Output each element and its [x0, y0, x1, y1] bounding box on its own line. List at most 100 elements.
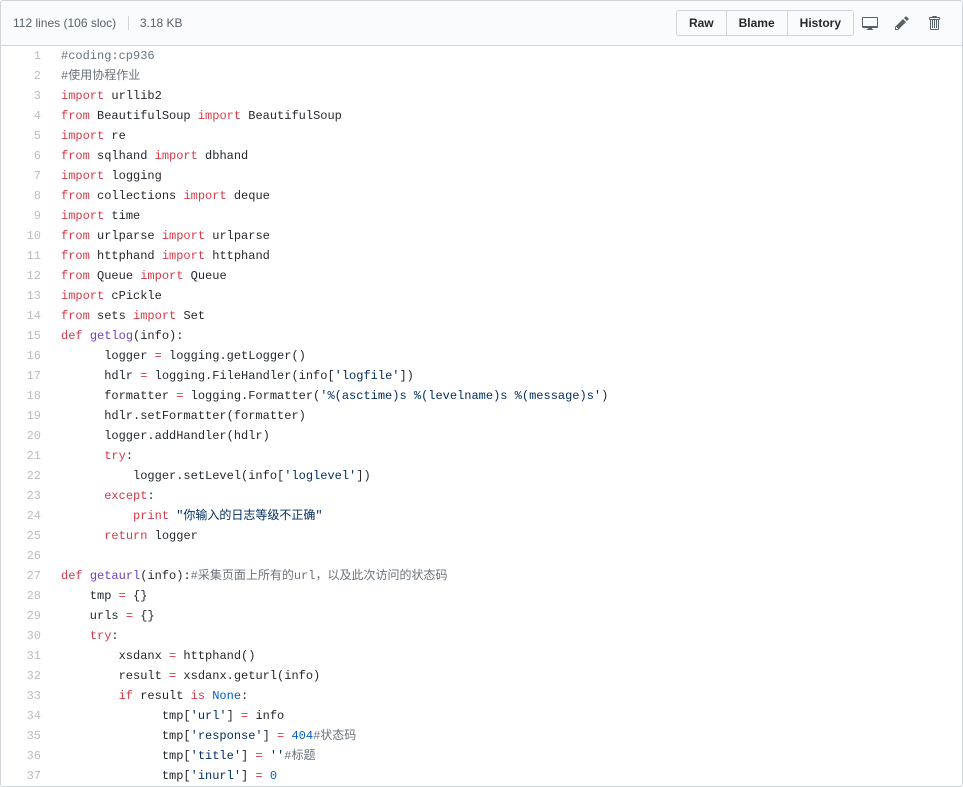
line-number[interactable]: 30 — [1, 626, 51, 646]
line-number[interactable]: 26 — [1, 546, 51, 566]
line-number[interactable]: 21 — [1, 446, 51, 466]
line-number[interactable]: 37 — [1, 766, 51, 786]
code-line: 2#使用协程作业 — [1, 66, 962, 86]
line-number[interactable]: 11 — [1, 246, 51, 266]
line-content: def getaurl(info):#采集页面上所有的url，以及此次访问的状态… — [51, 566, 962, 586]
line-number[interactable]: 15 — [1, 326, 51, 346]
line-content: from urlparse import urlparse — [51, 226, 962, 246]
line-content: from Queue import Queue — [51, 266, 962, 286]
code-line: 34 tmp['url'] = info — [1, 706, 962, 726]
code-line: 12from Queue import Queue — [1, 266, 962, 286]
code-line: 37 tmp['inurl'] = 0 — [1, 766, 962, 786]
line-number[interactable]: 9 — [1, 206, 51, 226]
line-number[interactable]: 12 — [1, 266, 51, 286]
line-number[interactable]: 18 — [1, 386, 51, 406]
line-number[interactable]: 27 — [1, 566, 51, 586]
line-number[interactable]: 25 — [1, 526, 51, 546]
raw-button[interactable]: Raw — [677, 11, 727, 35]
line-number[interactable]: 36 — [1, 746, 51, 766]
code-line: 17 hdlr = logging.FileHandler(info['logf… — [1, 366, 962, 386]
code-line: 30 try: — [1, 626, 962, 646]
line-number[interactable]: 8 — [1, 186, 51, 206]
line-number[interactable]: 24 — [1, 506, 51, 526]
line-content: tmp['title'] = ''#标题 — [51, 746, 962, 766]
line-number[interactable]: 14 — [1, 306, 51, 326]
line-content: print "你输入的日志等级不正确" — [51, 506, 962, 526]
button-group: Raw Blame History — [676, 10, 854, 36]
line-content: from sets import Set — [51, 306, 962, 326]
code-line: 3import urllib2 — [1, 86, 962, 106]
code-line: 11from httphand import httphand — [1, 246, 962, 266]
line-content: try: — [51, 446, 962, 466]
line-number[interactable]: 3 — [1, 86, 51, 106]
line-content: import logging — [51, 166, 962, 186]
line-content: except: — [51, 486, 962, 506]
line-content: urls = {} — [51, 606, 962, 626]
line-number[interactable]: 19 — [1, 406, 51, 426]
code-line: 25 return logger — [1, 526, 962, 546]
line-content: return logger — [51, 526, 962, 546]
line-number[interactable]: 20 — [1, 426, 51, 446]
code-line: 28 tmp = {} — [1, 586, 962, 606]
line-number[interactable]: 16 — [1, 346, 51, 366]
code-line: 22 logger.setLevel(info['loglevel']) — [1, 466, 962, 486]
line-number[interactable]: 17 — [1, 366, 51, 386]
line-number[interactable]: 13 — [1, 286, 51, 306]
line-number[interactable]: 33 — [1, 686, 51, 706]
line-content: result = xsdanx.geturl(info) — [51, 666, 962, 686]
code-table: 1#coding:cp9362#使用协程作业3import urllib24fr… — [1, 46, 962, 786]
line-number[interactable]: 22 — [1, 466, 51, 486]
line-number[interactable]: 5 — [1, 126, 51, 146]
desktop-icon[interactable] — [854, 9, 886, 37]
line-content: hdlr.setFormatter(formatter) — [51, 406, 962, 426]
code-line: 4from BeautifulSoup import BeautifulSoup — [1, 106, 962, 126]
code-line: 21 try: — [1, 446, 962, 466]
line-number[interactable]: 29 — [1, 606, 51, 626]
line-content: if result is None: — [51, 686, 962, 706]
code-container[interactable]: 1#coding:cp9362#使用协程作业3import urllib24fr… — [0, 46, 963, 787]
line-content: #coding:cp936 — [51, 46, 962, 66]
code-line: 7import logging — [1, 166, 962, 186]
trash-icon[interactable] — [918, 9, 950, 37]
line-content: import re — [51, 126, 962, 146]
line-number[interactable]: 34 — [1, 706, 51, 726]
code-line: 26 — [1, 546, 962, 566]
line-number[interactable]: 31 — [1, 646, 51, 666]
line-number[interactable]: 10 — [1, 226, 51, 246]
line-content: #使用协程作业 — [51, 66, 962, 86]
edit-icon[interactable] — [886, 9, 918, 37]
code-line: 35 tmp['response'] = 404#状态码 — [1, 726, 962, 746]
code-line: 6from sqlhand import dbhand — [1, 146, 962, 166]
code-line: 24 print "你输入的日志等级不正确" — [1, 506, 962, 526]
code-line: 18 formatter = logging.Formatter('%(asct… — [1, 386, 962, 406]
separator — [128, 16, 129, 30]
history-button[interactable]: History — [788, 11, 853, 35]
line-content — [51, 546, 962, 566]
code-line: 31 xsdanx = httphand() — [1, 646, 962, 666]
line-content: from sqlhand import dbhand — [51, 146, 962, 166]
code-line: 14from sets import Set — [1, 306, 962, 326]
line-number[interactable]: 35 — [1, 726, 51, 746]
line-number[interactable]: 28 — [1, 586, 51, 606]
line-number[interactable]: 4 — [1, 106, 51, 126]
line-content: logger = logging.getLogger() — [51, 346, 962, 366]
line-number[interactable]: 2 — [1, 66, 51, 86]
code-line: 13import cPickle — [1, 286, 962, 306]
code-line: 8from collections import deque — [1, 186, 962, 206]
line-number[interactable]: 23 — [1, 486, 51, 506]
blame-button[interactable]: Blame — [727, 11, 788, 35]
code-line: 36 tmp['title'] = ''#标题 — [1, 746, 962, 766]
line-number[interactable]: 1 — [1, 46, 51, 66]
line-content: tmp['inurl'] = 0 — [51, 766, 962, 786]
line-content: import time — [51, 206, 962, 226]
code-line: 15def getlog(info): — [1, 326, 962, 346]
line-content: from collections import deque — [51, 186, 962, 206]
code-line: 1#coding:cp936 — [1, 46, 962, 66]
file-size: 3.18 KB — [140, 16, 183, 30]
line-content: tmp['url'] = info — [51, 706, 962, 726]
line-number[interactable]: 7 — [1, 166, 51, 186]
code-line: 32 result = xsdanx.geturl(info) — [1, 666, 962, 686]
line-number[interactable]: 6 — [1, 146, 51, 166]
line-number[interactable]: 32 — [1, 666, 51, 686]
code-line: 20 logger.addHandler(hdlr) — [1, 426, 962, 446]
